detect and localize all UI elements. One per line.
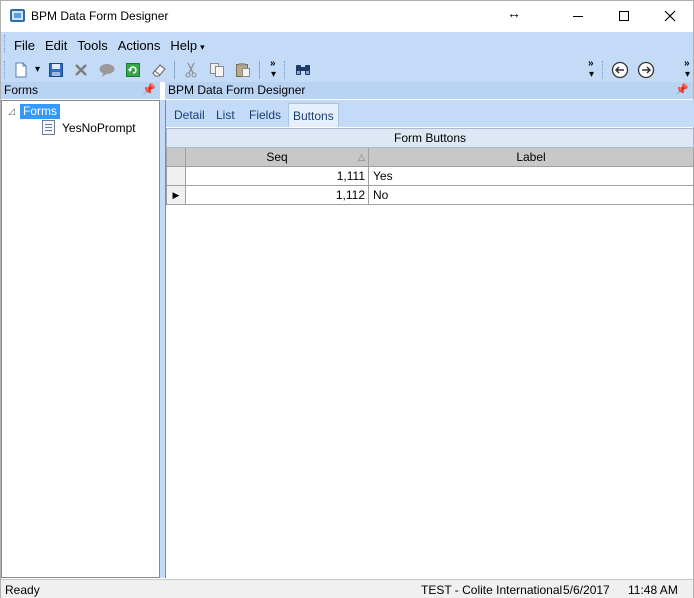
grid-caption: Form Buttons — [166, 128, 694, 148]
row-selector-header — [167, 148, 186, 166]
status-environment: TEST - Colite International — [421, 583, 563, 597]
form-buttons-grid: Form Buttons Seq △ Label 1,111 Yes ▶ 1,1… — [166, 128, 694, 205]
minimize-button[interactable] — [555, 1, 601, 32]
maximize-button[interactable] — [601, 1, 647, 32]
designer-pane-title: BPM Data Form Designer — [168, 83, 306, 97]
cell-seq[interactable]: 1,112 — [186, 186, 369, 204]
toolbar: ▾ » ▾ » ▾ » ▾ — [1, 58, 693, 82]
menubar-grip[interactable] — [4, 35, 7, 53]
maximize-icon — [619, 11, 629, 21]
forward-button[interactable] — [636, 60, 656, 80]
forward-icon — [637, 61, 655, 79]
row-selector[interactable]: ▶ — [167, 186, 186, 204]
binoculars-icon — [296, 65, 310, 75]
toolbar-separator — [174, 61, 175, 79]
save-icon — [49, 63, 63, 77]
grid-header-row: Seq △ Label — [166, 148, 694, 167]
forms-pane-header: Forms 📌 — [1, 82, 160, 99]
delete-icon — [75, 64, 87, 76]
back-button[interactable] — [610, 60, 630, 80]
row-selector[interactable] — [167, 167, 186, 185]
menu-file[interactable]: File — [9, 36, 40, 54]
new-dropdown-icon[interactable]: ▾ — [35, 64, 40, 75]
navbar-grip[interactable] — [602, 61, 605, 79]
menu-actions[interactable]: Actions — [113, 36, 166, 54]
tab-list[interactable]: List — [212, 103, 239, 127]
table-row[interactable]: 1,111 Yes — [166, 167, 694, 186]
tree-node-yesnoprompt[interactable]: YesNoPrompt — [42, 120, 136, 135]
forms-tree: ◿ Forms YesNoPrompt — [1, 100, 160, 578]
app-icon — [10, 9, 25, 22]
designer-pane: Detail List Fields Buttons Form Buttons … — [165, 100, 694, 578]
menu-help-label: Help — [170, 38, 198, 53]
tab-detail[interactable]: Detail — [170, 103, 209, 127]
pin-icon[interactable]: 📌 — [675, 82, 689, 99]
paste-button[interactable] — [233, 60, 253, 80]
tree-node-label[interactable]: Forms — [20, 104, 60, 119]
nav-overflow-dropdown-icon[interactable]: ▾ — [589, 69, 594, 80]
menu-tools[interactable]: Tools — [72, 36, 112, 54]
refresh-button[interactable] — [123, 60, 143, 80]
tab-fields[interactable]: Fields — [245, 103, 285, 127]
current-row-arrow-icon: ▶ — [172, 190, 180, 200]
toolbar-grip[interactable] — [4, 61, 7, 79]
cell-label[interactable]: No — [369, 186, 693, 204]
menu-edit[interactable]: Edit — [40, 36, 72, 54]
eraser-button[interactable] — [149, 60, 169, 80]
status-text: Ready — [5, 583, 40, 597]
column-header-seq[interactable]: Seq △ — [186, 148, 369, 166]
tab-strip: Detail List Fields Buttons — [166, 100, 694, 127]
toolbar2-grip[interactable] — [284, 61, 287, 79]
comment-icon — [99, 64, 115, 77]
form-document-icon — [42, 120, 55, 135]
app-window: BPM Data Form Designer ↔ File Edit Tools… — [0, 0, 694, 598]
status-date: 5/6/2017 — [563, 583, 610, 597]
column-header-label: Seq — [266, 150, 288, 164]
status-time: 11:48 AM — [628, 583, 678, 597]
new-icon — [15, 62, 27, 78]
back-icon — [611, 61, 629, 79]
cell-seq[interactable]: 1,111 — [186, 167, 369, 185]
refresh-icon — [126, 63, 140, 77]
menu-help[interactable]: Help ▾ — [165, 36, 209, 54]
menu-bar: File Edit Tools Actions Help ▾ — [9, 36, 210, 54]
expander-icon[interactable]: ◿ — [8, 106, 20, 117]
save-button[interactable] — [46, 60, 66, 80]
cut-button[interactable] — [181, 60, 201, 80]
delete-button[interactable] — [71, 60, 91, 80]
comment-button[interactable] — [97, 60, 117, 80]
nav-overflow-icon[interactable]: » — [588, 58, 594, 69]
find-button[interactable] — [293, 60, 313, 80]
chevron-down-icon: ▾ — [200, 42, 205, 52]
new-button[interactable] — [11, 60, 31, 80]
title-bar[interactable]: BPM Data Form Designer ↔ — [1, 1, 693, 32]
copy-icon — [210, 63, 224, 77]
column-header-label-col[interactable]: Label — [369, 148, 693, 166]
pin-icon[interactable]: 📌 — [142, 82, 156, 99]
toolbar-separator — [259, 61, 260, 79]
window-title: BPM Data Form Designer — [31, 9, 169, 23]
cut-icon — [185, 62, 197, 78]
close-icon — [664, 10, 676, 22]
status-bar: Ready TEST - Colite International 5/6/20… — [1, 579, 693, 598]
toolbar-overflow-dropdown-icon[interactable]: ▾ — [271, 69, 276, 80]
resize-cursor-icon: ↔ — [507, 5, 521, 21]
designer-pane-header: BPM Data Form Designer 📌 — [165, 82, 693, 99]
minimize-icon — [573, 16, 583, 17]
toolbar-overflow-icon[interactable]: » — [270, 58, 276, 69]
tab-buttons[interactable]: Buttons — [288, 103, 339, 127]
eraser-icon — [152, 64, 166, 77]
forms-pane-title: Forms — [4, 83, 38, 97]
sort-ascending-icon: △ — [358, 152, 365, 162]
tree-node-label[interactable]: YesNoPrompt — [62, 121, 136, 135]
command-band: File Edit Tools Actions Help ▾ ▾ » ▾ » ▾… — [1, 32, 693, 82]
close-button[interactable] — [647, 1, 693, 32]
table-row[interactable]: ▶ 1,112 No — [166, 186, 694, 205]
cell-label[interactable]: Yes — [369, 167, 693, 185]
nav2-overflow-icon[interactable]: » — [684, 58, 690, 69]
nav2-overflow-dropdown-icon[interactable]: ▾ — [685, 69, 690, 80]
copy-button[interactable] — [207, 60, 227, 80]
tree-node-forms[interactable]: ◿ Forms — [8, 104, 60, 119]
paste-icon — [236, 63, 250, 77]
